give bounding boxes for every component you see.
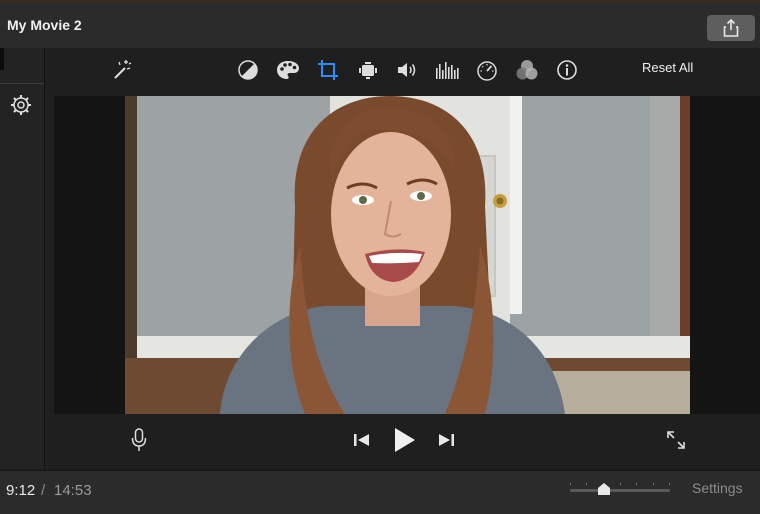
share-icon [723, 19, 739, 37]
color-balance-icon[interactable] [235, 57, 261, 83]
play-icon[interactable] [390, 425, 420, 455]
settings-button[interactable]: Settings [692, 480, 743, 496]
crop-icon[interactable] [315, 57, 341, 83]
clip-filter-icon[interactable] [514, 57, 540, 83]
zoom-slider-thumb[interactable] [597, 482, 611, 496]
browser-search-field-edge[interactable] [0, 48, 4, 70]
skip-back-icon[interactable] [351, 430, 373, 450]
magic-wand-icon[interactable] [108, 57, 134, 83]
timecode-separator: / [41, 482, 46, 499]
video-content [125, 96, 690, 414]
video-frame [125, 96, 690, 414]
zoom-slider-ticks [570, 483, 670, 485]
info-icon[interactable] [554, 57, 580, 83]
total-duration: 14:53 [54, 482, 92, 499]
color-correction-palette-icon[interactable] [275, 57, 301, 83]
adjustments-toolbar: Reset All [45, 48, 760, 92]
project-title: My Movie 2 [7, 17, 82, 33]
letterbox-left [54, 96, 125, 414]
status-bar: 9:12 / 14:53 Settings [0, 470, 760, 514]
noise-reduction-equalizer-icon[interactable] [434, 57, 460, 83]
reset-all-button[interactable]: Reset All [642, 60, 693, 75]
title-bar: My Movie 2 [0, 0, 760, 48]
volume-icon[interactable] [394, 57, 420, 83]
current-timecode: 9:12 [6, 482, 36, 499]
viewer: Reset All [45, 48, 760, 469]
letterbox-right [690, 96, 760, 414]
speed-gauge-icon[interactable] [474, 57, 500, 83]
fullscreen-icon[interactable] [665, 429, 687, 451]
stabilization-camera-icon[interactable] [355, 57, 381, 83]
skip-forward-icon[interactable] [435, 430, 457, 450]
zoom-slider-track[interactable] [570, 489, 670, 492]
playback-controls [45, 418, 760, 468]
share-button[interactable] [707, 15, 755, 41]
microphone-icon[interactable] [128, 426, 150, 454]
browser-divider [0, 83, 44, 84]
gear-icon[interactable] [10, 94, 32, 116]
